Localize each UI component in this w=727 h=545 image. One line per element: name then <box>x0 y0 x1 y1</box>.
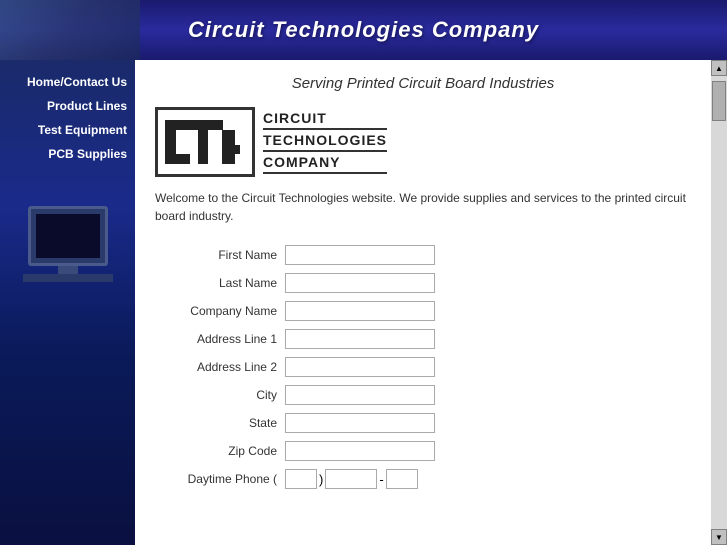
phone-area-input[interactable] <box>285 469 317 489</box>
address-line-2-label: Address Line 2 <box>155 360 285 374</box>
city-input[interactable] <box>285 385 435 405</box>
sidebar-item-product-lines[interactable]: Product Lines <box>0 94 135 118</box>
first-name-input[interactable] <box>285 245 435 265</box>
stand-icon <box>58 266 78 274</box>
address-line-1-label: Address Line 1 <box>155 332 285 346</box>
zip-code-input[interactable] <box>285 441 435 461</box>
sidebar-item-home[interactable]: Home/Contact Us <box>0 70 135 94</box>
logo-area: CIRCUIT TECHNOLOGIES COMPANY <box>155 107 691 177</box>
logo-line-1: CIRCUIT <box>263 110 387 130</box>
content-area: Serving Printed Circuit Board Industries… <box>135 60 711 545</box>
sidebar-item-pcb-supplies[interactable]: PCB Supplies <box>0 142 135 166</box>
zip-code-label: Zip Code <box>155 444 285 458</box>
address-line-1-row: Address Line 1 <box>155 329 691 349</box>
screen-icon <box>36 214 100 258</box>
state-input[interactable] <box>285 413 435 433</box>
last-name-input[interactable] <box>285 273 435 293</box>
zip-code-row: Zip Code <box>155 441 691 461</box>
site-title: Circuit Technologies Company <box>188 17 539 43</box>
logo-text: CIRCUIT TECHNOLOGIES COMPANY <box>263 110 387 174</box>
base-icon <box>23 274 113 282</box>
contact-form: First Name Last Name Company Name Addres… <box>155 245 691 489</box>
address-line-1-input[interactable] <box>285 329 435 349</box>
page-subtitle: Serving Printed Circuit Board Industries <box>155 75 691 92</box>
logo-line-2: TECHNOLOGIES <box>263 132 387 152</box>
scroll-down-button[interactable]: ▼ <box>711 529 727 545</box>
company-name-row: Company Name <box>155 301 691 321</box>
phone-ext-input[interactable] <box>386 469 418 489</box>
first-name-label: First Name <box>155 248 285 262</box>
monitor-icon <box>28 206 108 266</box>
phone-label: Daytime Phone ( <box>155 472 285 486</box>
scrollbar-track[interactable] <box>711 76 727 529</box>
phone-inputs-group: ) - <box>285 469 418 489</box>
header-bg-decoration <box>0 0 140 60</box>
state-row: State <box>155 413 691 433</box>
phone-close-paren: ) <box>319 472 323 487</box>
city-row: City <box>155 385 691 405</box>
page-header: Circuit Technologies Company <box>0 0 727 60</box>
company-logo <box>155 107 255 177</box>
phone-row: Daytime Phone ( ) - <box>155 469 691 489</box>
first-name-row: First Name <box>155 245 691 265</box>
ctc-logo-svg <box>160 110 250 174</box>
logo-line-3: COMPANY <box>263 154 387 174</box>
main-layout: Home/Contact Us Product Lines Test Equip… <box>0 60 727 545</box>
phone-main-input[interactable] <box>325 469 377 489</box>
sidebar-item-test-equipment[interactable]: Test Equipment <box>0 118 135 142</box>
scrollbar-thumb[interactable] <box>712 81 726 121</box>
last-name-label: Last Name <box>155 276 285 290</box>
phone-separator: - <box>379 472 383 487</box>
company-name-label: Company Name <box>155 304 285 318</box>
scrollbar[interactable]: ▲ ▼ <box>711 60 727 545</box>
state-label: State <box>155 416 285 430</box>
sidebar-decoration <box>0 206 135 282</box>
welcome-text: Welcome to the Circuit Technologies webs… <box>155 189 691 225</box>
address-line-2-input[interactable] <box>285 357 435 377</box>
last-name-row: Last Name <box>155 273 691 293</box>
sidebar: Home/Contact Us Product Lines Test Equip… <box>0 60 135 545</box>
scroll-up-button[interactable]: ▲ <box>711 60 727 76</box>
city-label: City <box>155 388 285 402</box>
company-name-input[interactable] <box>285 301 435 321</box>
address-line-2-row: Address Line 2 <box>155 357 691 377</box>
